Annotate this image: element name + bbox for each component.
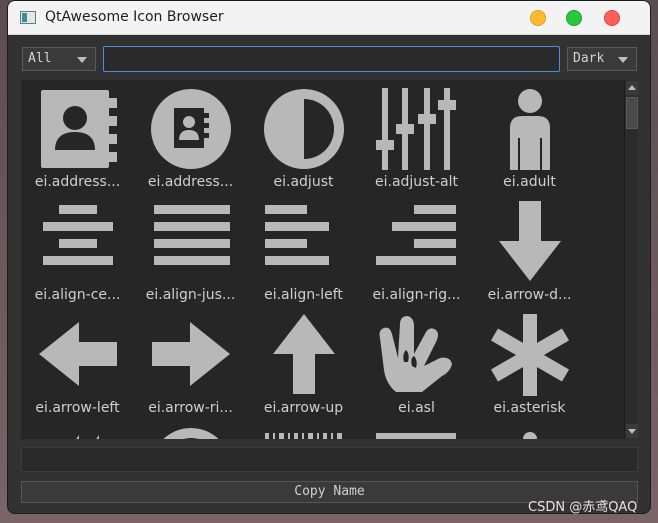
bar-chart-icon [376, 433, 456, 439]
adjust-icon [264, 89, 344, 169]
adjust-alt-icon [376, 88, 456, 170]
app-window: QtAwesome Icon Browser All Dark ei.addre… [7, 0, 651, 514]
ban-circle-icon [163, 428, 219, 439]
icon-label: ei.adjust [273, 174, 334, 190]
icon-label: ei.arrow-ri... [148, 400, 233, 416]
arrow-right-icon [152, 322, 230, 386]
icon-cell[interactable]: ei.asl [360, 306, 473, 419]
adult-icon [510, 89, 550, 170]
icon-cell[interactable] [134, 419, 247, 439]
icon-cell[interactable] [247, 419, 360, 439]
asterisk-icon [490, 314, 570, 396]
icon-cell[interactable]: ei.align-jus... [134, 193, 247, 306]
icon-label: ei.asterisk [493, 400, 566, 416]
scrollbar-thumb[interactable] [626, 97, 638, 129]
icon-cell[interactable]: ei.arrow-left [21, 306, 134, 419]
close-button[interactable] [604, 10, 620, 26]
theme-combo[interactable]: Dark [567, 47, 637, 71]
icon-label: ei.arrow-up [263, 400, 344, 416]
align-right-icon [376, 205, 456, 265]
icon-cell[interactable] [473, 419, 586, 439]
asl-icon [379, 316, 452, 392]
icon-cell[interactable]: ei.adult [473, 80, 586, 193]
arrow-down-icon [499, 201, 561, 281]
chevron-down-icon [77, 57, 87, 63]
align-left-icon [265, 205, 329, 265]
barcode-icon [265, 433, 342, 439]
icon-label: ei.align-ce... [34, 287, 121, 303]
watermark-text: CSDN @赤鸢QAQ [528, 500, 638, 515]
scroll-down-button[interactable] [626, 424, 638, 438]
icon-label: ei.align-rig... [372, 287, 461, 303]
icon-label: ei.align-jus... [145, 287, 236, 303]
backward-icon [76, 435, 99, 439]
icon-label: ei.address... [34, 174, 121, 190]
address-book-icon [41, 90, 117, 168]
icon-cell[interactable]: ei.arrow-d... [473, 193, 586, 306]
align-center-icon [43, 205, 113, 265]
icon-cell[interactable]: ei.address... [134, 80, 247, 193]
search-input[interactable] [103, 46, 560, 72]
icon-label: ei.arrow-left [35, 400, 120, 416]
app-icon [20, 11, 36, 24]
icon-label: ei.adult [503, 174, 556, 190]
icon-label: ei.align-left [264, 287, 343, 303]
maximize-button[interactable] [566, 10, 582, 26]
icon-cell[interactable] [21, 419, 134, 439]
icon-label: ei.arrow-d... [487, 287, 572, 303]
scroll-up-button[interactable] [626, 81, 638, 95]
icon-cell[interactable]: ei.align-ce... [21, 193, 134, 306]
bell-icon [523, 432, 537, 439]
selected-name-field[interactable] [21, 447, 638, 472]
icon-grid[interactable]: ei.address... ei.address... ei.adjust ei… [21, 80, 624, 439]
arrow-left-icon [39, 322, 117, 386]
icon-label: ei.address... [147, 174, 234, 190]
icon-cell[interactable]: ei.align-rig... [360, 193, 473, 306]
filter-combo-value: All [28, 51, 52, 66]
icon-cell[interactable]: ei.arrow-ri... [134, 306, 247, 419]
chevron-down-icon [618, 57, 628, 63]
icon-label: ei.asl [398, 400, 435, 416]
icon-label: ei.adjust-alt [375, 174, 458, 190]
vertical-scrollbar[interactable] [624, 80, 638, 439]
theme-combo-value: Dark [573, 51, 605, 66]
icon-cell[interactable]: ei.arrow-up [247, 306, 360, 419]
icon-cell[interactable]: ei.asterisk [473, 306, 586, 419]
icon-cell[interactable]: ei.adjust [247, 80, 360, 193]
filter-combo[interactable]: All [22, 47, 96, 71]
arrow-up-icon [273, 314, 335, 394]
align-justify-icon [154, 205, 230, 265]
icon-cell[interactable]: ei.address... [21, 80, 134, 193]
window-title: QtAwesome Icon Browser [45, 9, 224, 25]
icon-cell[interactable] [360, 419, 473, 439]
icon-cell[interactable]: ei.align-left [247, 193, 360, 306]
title-bar[interactable]: QtAwesome Icon Browser [8, 1, 650, 35]
minimize-button[interactable] [530, 10, 546, 26]
icon-cell[interactable]: ei.adjust-alt [360, 80, 473, 193]
address-book-alt-icon [151, 89, 231, 169]
